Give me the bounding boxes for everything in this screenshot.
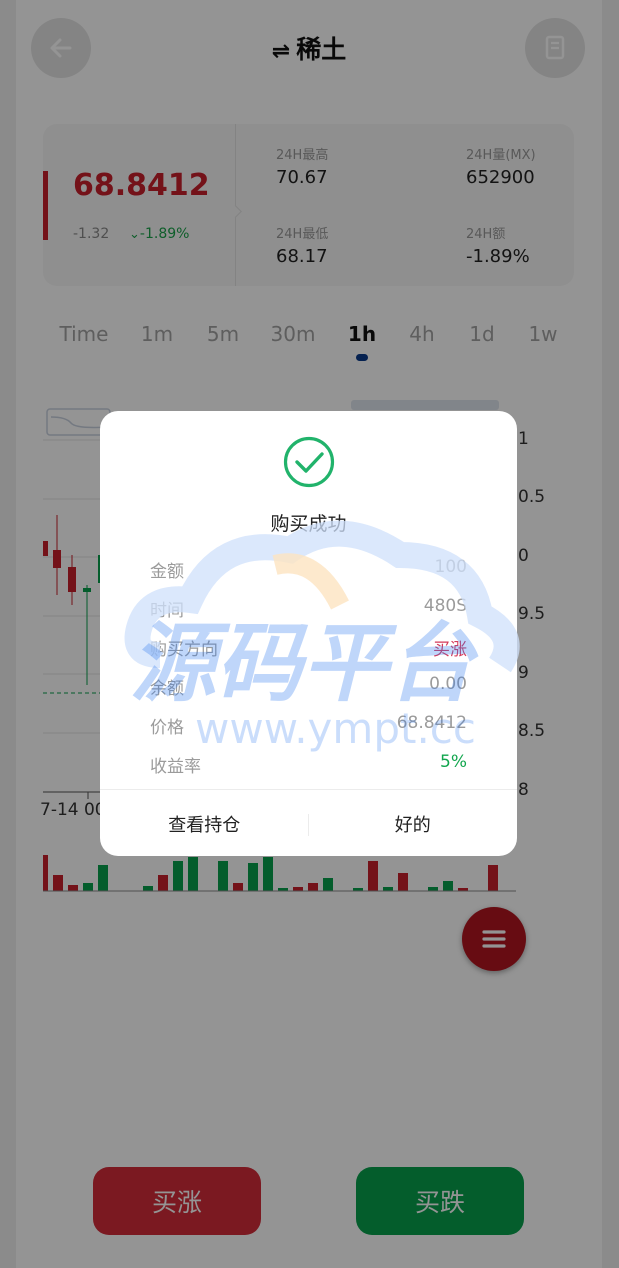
detail-label: 金额 xyxy=(150,562,184,582)
detail-value: 480S xyxy=(423,596,467,616)
detail-row-yield: 收益率 5% xyxy=(150,752,467,777)
detail-value: 68.8412 xyxy=(396,713,467,733)
detail-row-amount: 金额 100 xyxy=(150,557,467,582)
detail-row-direction: 购买方向 买涨 xyxy=(150,635,467,660)
purchase-success-dialog: 购买成功 金额 100 时间 480S 购买方向 买涨 余额 0.00 价格 6… xyxy=(100,411,517,856)
detail-row-time: 时间 480S xyxy=(150,596,467,621)
view-positions-button[interactable]: 查看持仓 xyxy=(100,790,309,856)
detail-value: 买涨 xyxy=(433,640,467,660)
detail-row-balance: 余额 0.00 xyxy=(150,674,467,699)
ok-button[interactable]: 好的 xyxy=(309,790,518,856)
detail-value: 100 xyxy=(434,557,467,577)
detail-row-price: 价格 68.8412 xyxy=(150,713,467,738)
dialog-title: 购买成功 xyxy=(270,513,347,535)
detail-label: 余额 xyxy=(150,679,184,699)
detail-label: 价格 xyxy=(150,718,184,738)
check-circle-icon xyxy=(283,436,335,488)
detail-label: 时间 xyxy=(150,601,184,621)
detail-label: 收益率 xyxy=(150,757,201,777)
detail-value: 5% xyxy=(440,752,467,772)
dialog-footer: 查看持仓 好的 xyxy=(100,789,517,856)
detail-label: 购买方向 xyxy=(150,640,218,660)
detail-value: 0.00 xyxy=(429,674,467,694)
